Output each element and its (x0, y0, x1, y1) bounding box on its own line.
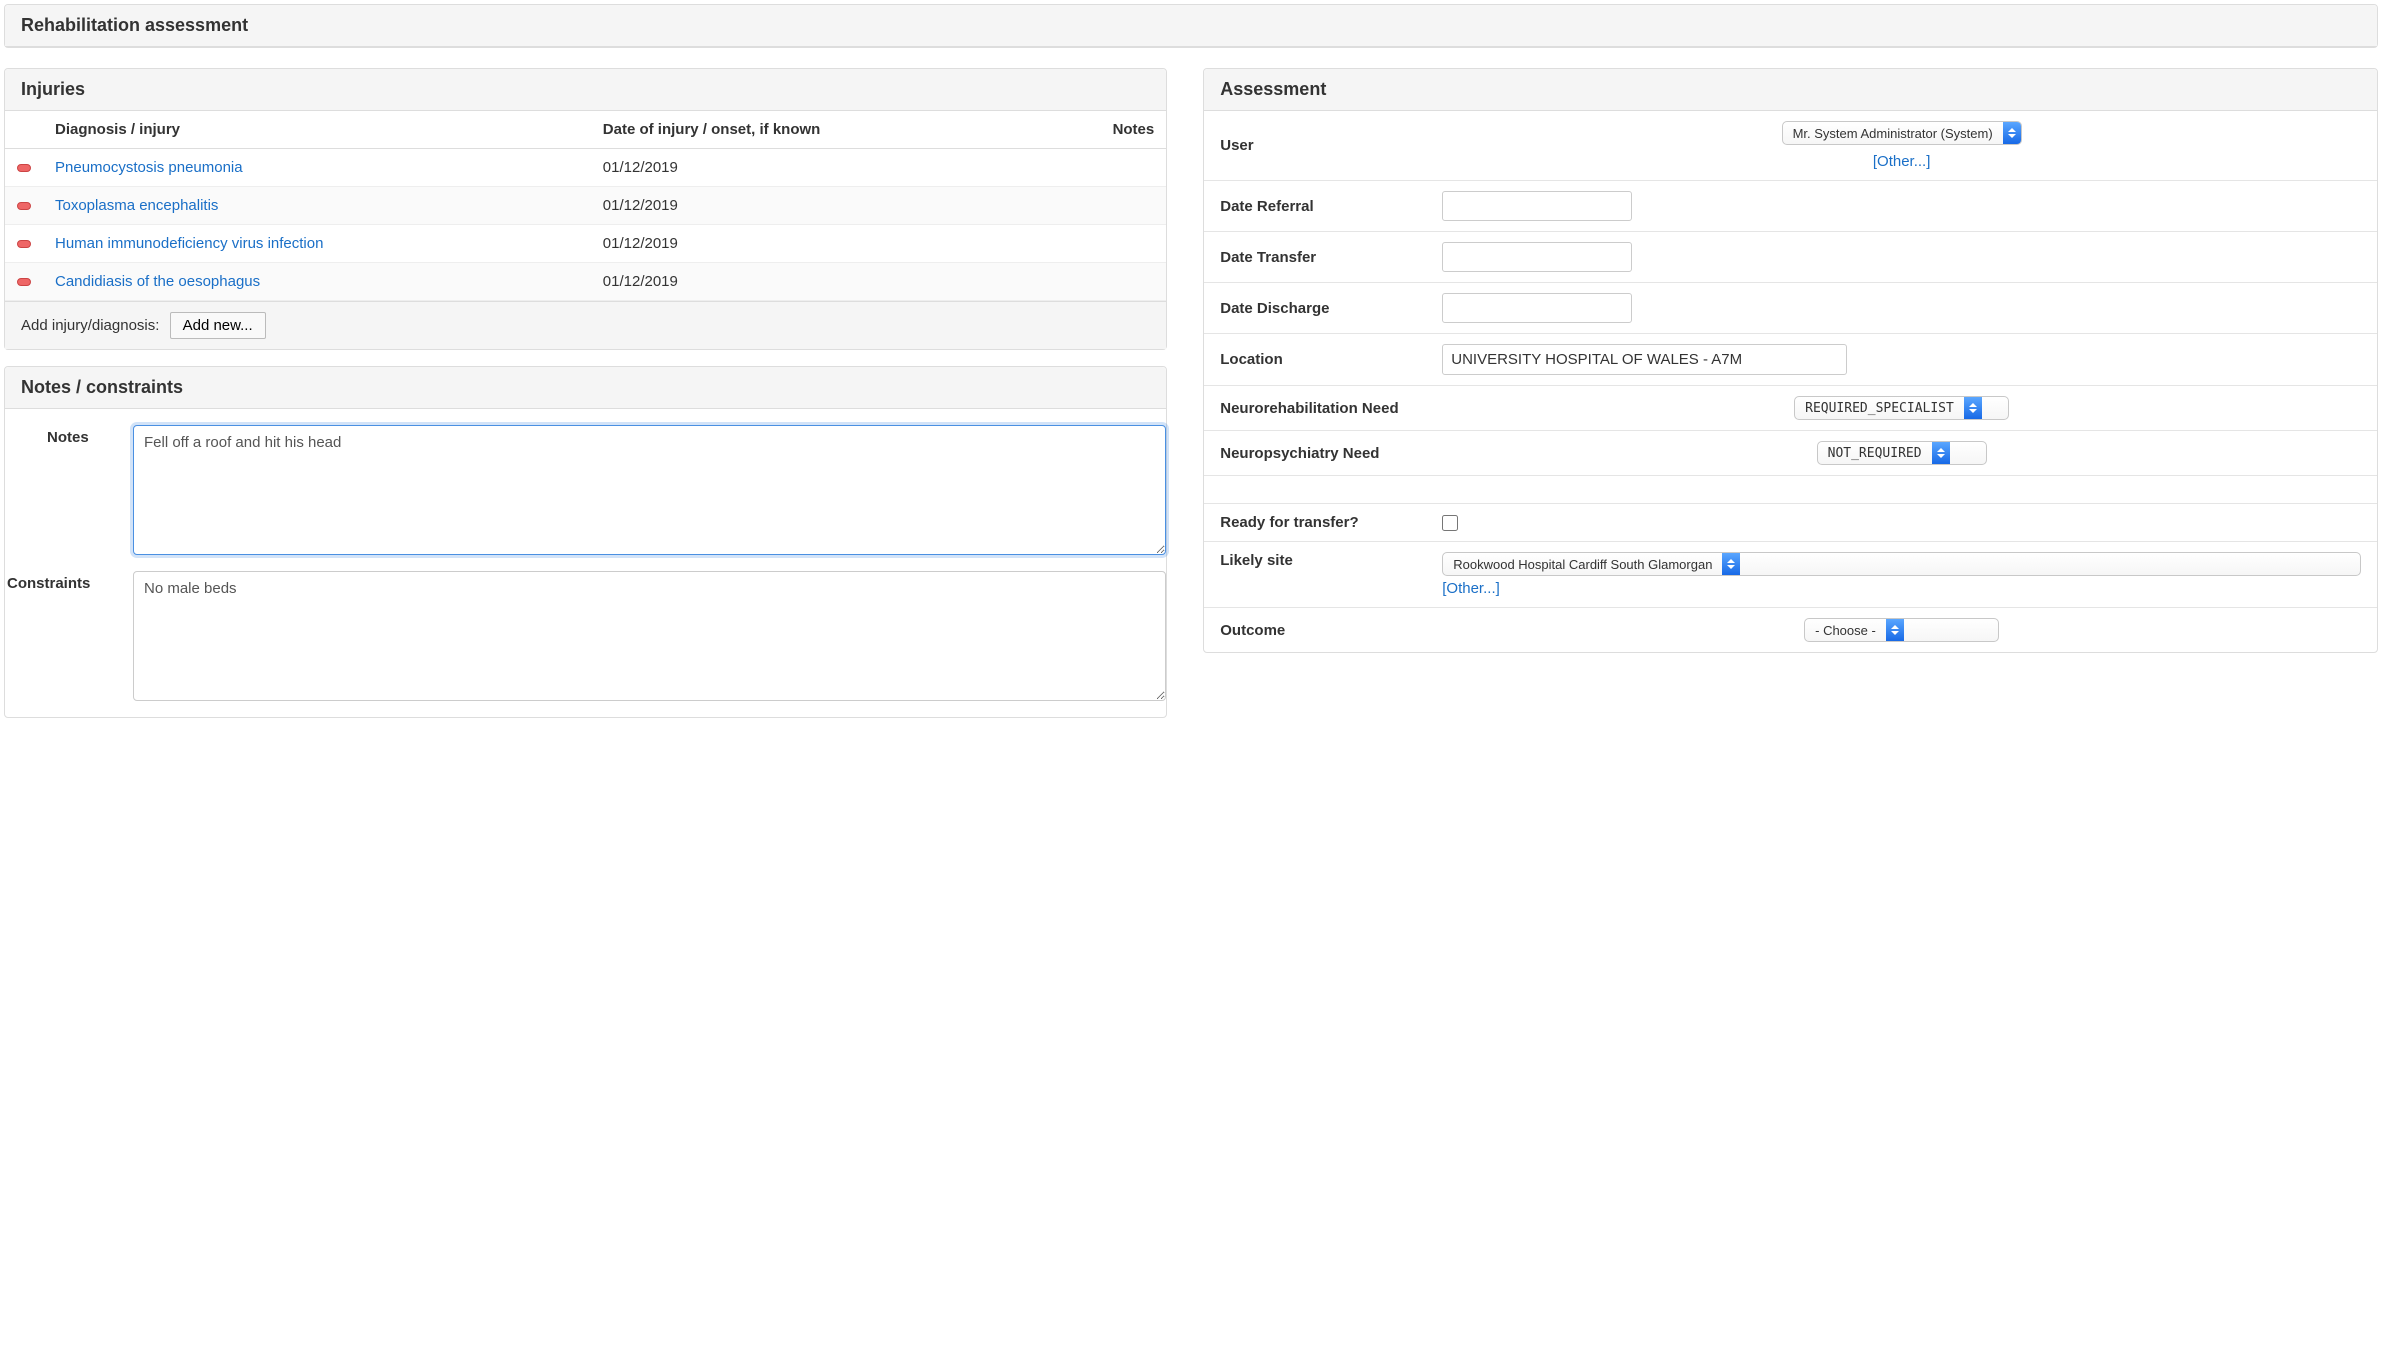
location-label: Location (1220, 351, 1430, 368)
page-title: Rehabilitation assessment (5, 5, 2377, 47)
injury-date: 01/12/2019 (591, 263, 1043, 301)
col-date: Date of injury / onset, if known (591, 111, 1043, 149)
outcome-label: Outcome (1220, 622, 1430, 639)
likely-site-label: Likely site (1220, 552, 1430, 569)
notes-textarea[interactable] (133, 425, 1166, 555)
date-referral-label: Date Referral (1220, 198, 1430, 215)
diagnosis-link[interactable]: Pneumocystosis pneumonia (55, 159, 243, 176)
table-row: Human immunodeficiency virus infection 0… (5, 225, 1166, 263)
notes-label: Notes (5, 425, 125, 555)
chevron-updown-icon (1932, 442, 1950, 464)
outcome-select-value: - Choose - (1805, 619, 1886, 641)
table-row: Pneumocystosis pneumonia 01/12/2019 (5, 149, 1166, 187)
row-date-referral: Date Referral (1204, 181, 2377, 232)
table-row: Toxoplasma encephalitis 01/12/2019 (5, 187, 1166, 225)
row-neurorehab: Neurorehabilitation Need REQUIRED_SPECIA… (1204, 386, 2377, 431)
row-date-discharge: Date Discharge (1204, 283, 2377, 334)
row-likely-site: Likely site Rookwood Hospital Cardiff So… (1204, 542, 2377, 608)
injury-date: 01/12/2019 (591, 187, 1043, 225)
date-transfer-input[interactable] (1442, 242, 1632, 272)
notes-header: Notes / constraints (5, 367, 1166, 409)
row-date-transfer: Date Transfer (1204, 232, 2377, 283)
location-input[interactable] (1442, 344, 1847, 375)
injury-notes (1043, 263, 1166, 301)
injury-notes (1043, 187, 1166, 225)
table-row: Candidiasis of the oesophagus 01/12/2019 (5, 263, 1166, 301)
add-new-button[interactable]: Add new... (170, 312, 266, 339)
likely-site-other-link[interactable]: [Other...] (1442, 580, 2361, 597)
row-ready: Ready for transfer? (1204, 504, 2377, 542)
injury-date: 01/12/2019 (591, 149, 1043, 187)
col-diagnosis: Diagnosis / injury (43, 111, 591, 149)
add-injury-label: Add injury/diagnosis: (21, 317, 159, 334)
row-neuropsych: Neuropsychiatry Need NOT_REQUIRED (1204, 431, 2377, 476)
neurorehab-label: Neurorehabilitation Need (1220, 400, 1430, 417)
notes-panel: Notes / constraints Notes Constraints (4, 366, 1167, 718)
neurorehab-select[interactable]: REQUIRED_SPECIALIST (1794, 396, 2009, 420)
col-notes: Notes (1043, 111, 1166, 149)
remove-icon[interactable] (17, 164, 31, 172)
page-title-panel: Rehabilitation assessment (4, 4, 2378, 48)
user-other-link[interactable]: [Other...] (1873, 153, 1931, 170)
injury-date: 01/12/2019 (591, 225, 1043, 263)
neuropsych-label: Neuropsychiatry Need (1220, 445, 1430, 462)
date-discharge-label: Date Discharge (1220, 300, 1430, 317)
user-label: User (1220, 137, 1430, 154)
user-select-value: Mr. System Administrator (System) (1783, 122, 2003, 144)
chevron-updown-icon (1886, 619, 1904, 641)
neuropsych-select[interactable]: NOT_REQUIRED (1817, 441, 1987, 465)
chevron-updown-icon (2003, 122, 2021, 144)
remove-icon[interactable] (17, 278, 31, 286)
likely-site-select[interactable]: Rookwood Hospital Cardiff South Glamorga… (1442, 552, 2361, 576)
diagnosis-link[interactable]: Human immunodeficiency virus infection (55, 235, 323, 252)
diagnosis-link[interactable]: Candidiasis of the oesophagus (55, 273, 260, 290)
date-referral-input[interactable] (1442, 191, 1632, 221)
likely-site-select-value: Rookwood Hospital Cardiff South Glamorga… (1443, 553, 1722, 575)
chevron-updown-icon (1722, 553, 1740, 575)
ready-checkbox[interactable] (1442, 515, 1458, 531)
neurorehab-select-value: REQUIRED_SPECIALIST (1795, 397, 1964, 419)
spacer (1204, 476, 2377, 504)
date-discharge-input[interactable] (1442, 293, 1632, 323)
injury-notes (1043, 225, 1166, 263)
add-injury-row: Add injury/diagnosis: Add new... (5, 301, 1166, 349)
neuropsych-select-value: NOT_REQUIRED (1818, 442, 1932, 464)
injury-notes (1043, 149, 1166, 187)
assessment-panel: Assessment User Mr. System Administrator… (1203, 68, 2378, 653)
assessment-header: Assessment (1204, 69, 2377, 111)
date-transfer-label: Date Transfer (1220, 249, 1430, 266)
user-select[interactable]: Mr. System Administrator (System) (1782, 121, 2022, 145)
row-user: User Mr. System Administrator (System) [… (1204, 111, 2377, 181)
constraints-label: Constraints (5, 571, 125, 701)
injuries-header: Injuries (5, 69, 1166, 111)
ready-label: Ready for transfer? (1220, 514, 1430, 531)
remove-icon[interactable] (17, 202, 31, 210)
chevron-updown-icon (1964, 397, 1982, 419)
injuries-panel: Injuries Diagnosis / injury Date of inju… (4, 68, 1167, 350)
constraints-textarea[interactable] (133, 571, 1166, 701)
row-outcome: Outcome - Choose - (1204, 608, 2377, 652)
remove-icon[interactable] (17, 240, 31, 248)
injuries-table: Diagnosis / injury Date of injury / onse… (5, 111, 1166, 301)
row-location: Location (1204, 334, 2377, 386)
outcome-select[interactable]: - Choose - (1804, 618, 1999, 642)
diagnosis-link[interactable]: Toxoplasma encephalitis (55, 197, 218, 214)
